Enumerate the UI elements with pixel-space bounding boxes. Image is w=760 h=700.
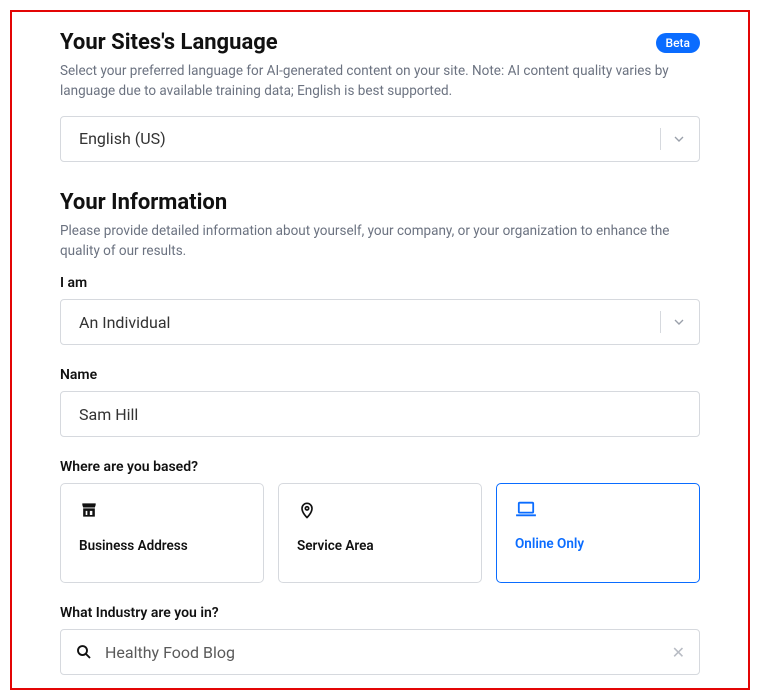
iam-select[interactable]: An Individual: [60, 299, 700, 345]
select-divider: [660, 311, 661, 333]
based-label: Where are you based?: [60, 459, 700, 475]
language-select[interactable]: English (US): [60, 116, 700, 162]
option-label: Service Area: [297, 538, 463, 554]
industry-label: What Industry are you in?: [60, 605, 700, 621]
option-online-only[interactable]: Online Only: [496, 483, 700, 583]
storefront-icon: [79, 500, 245, 520]
iam-label: I am: [60, 275, 700, 291]
option-label: Business Address: [79, 538, 245, 554]
industry-search[interactable]: Healthy Food Blog ✕: [60, 629, 700, 675]
language-section-description: Select your preferred language for AI-ge…: [60, 61, 700, 102]
chevron-down-icon: [671, 314, 687, 330]
chevron-down-icon: [671, 131, 687, 147]
search-icon: [75, 643, 93, 661]
language-section-title: Your Sites's Language: [60, 30, 278, 55]
option-label: Online Only: [515, 536, 681, 552]
select-divider: [660, 128, 661, 150]
iam-select-value: An Individual: [79, 313, 660, 332]
option-service-area[interactable]: Service Area: [278, 483, 482, 583]
language-select-value: English (US): [79, 129, 660, 148]
location-pin-icon: [297, 500, 463, 520]
name-input[interactable]: [60, 391, 700, 437]
laptop-icon: [515, 500, 681, 518]
beta-badge: Beta: [656, 33, 700, 53]
clear-icon[interactable]: ✕: [672, 643, 685, 662]
info-section-description: Please provide detailed information abou…: [60, 221, 700, 262]
info-section-title: Your Information: [60, 190, 700, 215]
option-business-address[interactable]: Business Address: [60, 483, 264, 583]
name-label: Name: [60, 367, 700, 383]
industry-value: Healthy Food Blog: [105, 643, 660, 662]
